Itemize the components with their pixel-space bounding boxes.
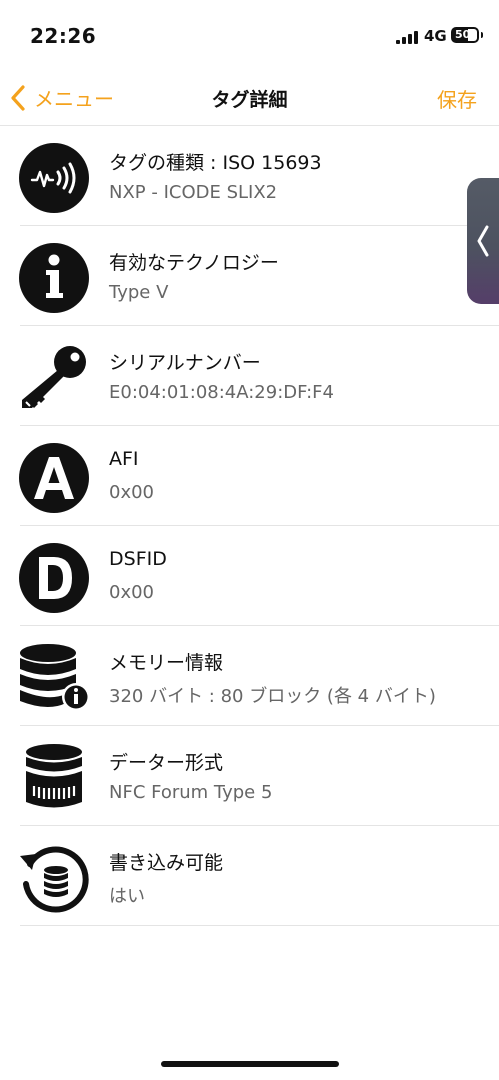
back-button[interactable]: メニュー: [10, 83, 114, 112]
dsfid-value: 0x00: [109, 582, 155, 603]
save-button[interactable]: 保存: [437, 84, 477, 113]
chevron-left-icon: [11, 84, 25, 111]
serial-number-value: E0:04:01:08:4A:29:DF:F4: [109, 382, 334, 403]
list-item-tag-type: タグの種類 : ISO 15693 NXP - ICODE SLIX2: [0, 126, 499, 226]
technologies-title: 有効なテクノロジー: [109, 252, 279, 274]
key-icon: [18, 342, 90, 414]
writable-title: 書き込み可能: [109, 852, 224, 874]
navigation-bar: メニュー タグ詳細 保存: [0, 70, 499, 126]
status-time: 22:26: [30, 24, 97, 48]
chevron-left-icon: [477, 225, 489, 257]
afi-value: 0x00: [109, 482, 155, 503]
afi-title: AFI: [109, 448, 139, 470]
battery-level: 50: [455, 28, 471, 41]
list-item-data-format: データー形式 NFC Forum Type 5: [0, 726, 499, 826]
signal-icon: [396, 30, 418, 44]
tag-type-title: タグの種類 : ISO 15693: [109, 152, 322, 174]
memory-info-title: メモリー情報: [109, 652, 224, 674]
data-format-value: NFC Forum Type 5: [109, 782, 273, 803]
technologies-value: Type V: [109, 282, 169, 303]
list-item-dsfid: DSFID 0x00: [0, 526, 499, 626]
memory-info-value: 320 バイト : 80 ブロック (各 4 バイト): [109, 686, 436, 707]
list-item-memory-info: メモリー情報 320 バイト : 80 ブロック (各 4 バイト): [0, 626, 499, 726]
info-icon: [18, 242, 90, 314]
list-item-technologies: 有効なテクノロジー Type V: [0, 226, 499, 326]
dsfid-title: DSFID: [109, 548, 167, 570]
database-info-icon: [18, 642, 90, 714]
list-item-afi: AFI 0x00: [0, 426, 499, 526]
letter-d-icon: [18, 542, 90, 614]
side-panel-handle[interactable]: [467, 178, 499, 304]
tag-detail-list: タグの種類 : ISO 15693 NXP - ICODE SLIX2 有効なテ…: [0, 126, 499, 926]
writable-value: はい: [109, 886, 145, 907]
data-format-title: データー形式: [109, 752, 224, 774]
back-label: メニュー: [34, 87, 114, 111]
nfc-icon: [18, 142, 90, 214]
list-item-writable: 書き込み可能 はい: [0, 826, 499, 926]
database-refresh-icon: [18, 842, 90, 914]
database-format-icon: [18, 742, 90, 814]
network-type: 4G: [424, 27, 447, 45]
list-item-serial-number: シリアルナンバー E0:04:01:08:4A:29:DF:F4: [0, 326, 499, 426]
status-bar: 22:26 4G 50: [0, 0, 499, 70]
serial-number-title: シリアルナンバー: [109, 352, 261, 374]
letter-a-icon: [18, 442, 90, 514]
tag-type-value: NXP - ICODE SLIX2: [109, 182, 278, 203]
home-indicator[interactable]: [161, 1061, 339, 1067]
battery-icon: 50: [451, 27, 483, 43]
